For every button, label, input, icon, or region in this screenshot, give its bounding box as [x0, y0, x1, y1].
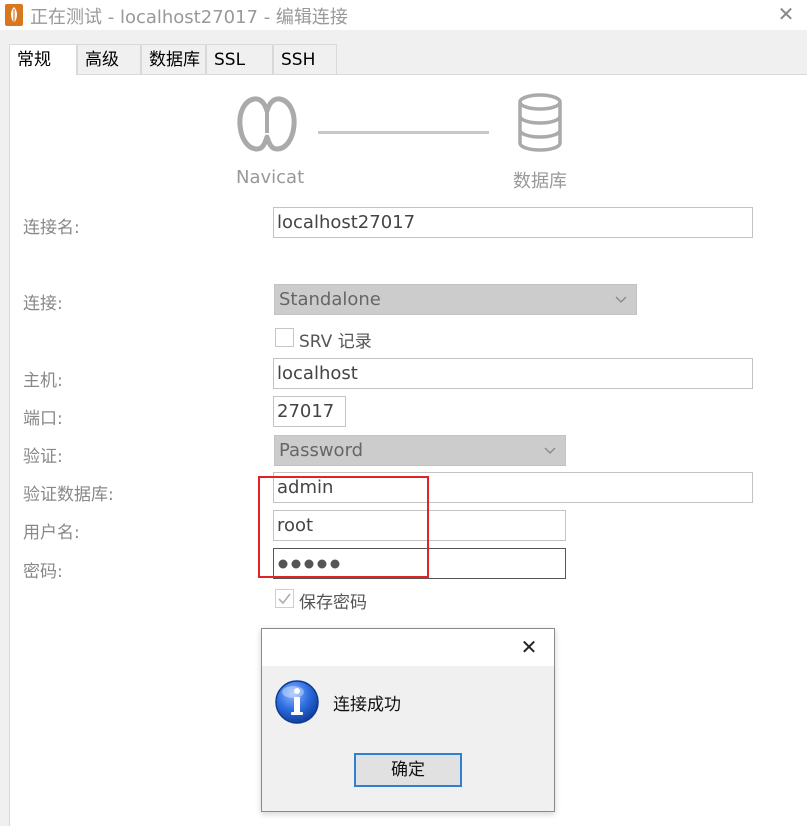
info-icon	[275, 680, 319, 724]
dialog-close-button[interactable]: ✕	[517, 635, 541, 659]
connection-success-dialog: ✕ 连接成功 确定	[261, 628, 555, 812]
save-password-checkbox[interactable]	[275, 589, 294, 608]
navicat-logo-icon	[237, 96, 297, 152]
auth-method-value: Password	[279, 440, 364, 461]
dialog-title-bar: ✕	[262, 629, 554, 666]
highlight-annotation	[258, 476, 429, 578]
chevron-down-icon	[615, 296, 627, 303]
save-password-label: 保存密码	[299, 593, 367, 613]
window-title: 正在测试 - localhost27017 - 编辑连接	[30, 7, 348, 28]
connection-type-label: 连接:	[23, 294, 63, 314]
database-label: 数据库	[513, 171, 567, 192]
port-input[interactable]: 27017	[273, 396, 346, 427]
checkmark-icon	[278, 593, 291, 605]
connection-name-label: 连接名:	[23, 218, 80, 238]
auth-label: 验证:	[23, 447, 63, 467]
port-label: 端口:	[23, 409, 63, 429]
dialog-message: 连接成功	[333, 695, 401, 715]
connection-name-input[interactable]: localhost27017	[273, 207, 753, 238]
chevron-down-icon	[544, 447, 556, 454]
username-label: 用户名:	[23, 523, 80, 543]
title-bar: 正在测试 - localhost27017 - 编辑连接 ✕	[0, 0, 807, 30]
host-input[interactable]: localhost	[273, 358, 753, 389]
tab-ssh[interactable]: SSH	[273, 44, 337, 74]
srv-record-label: SRV 记录	[299, 332, 372, 352]
tab-general[interactable]: 常规	[9, 44, 77, 75]
tab-ssl[interactable]: SSL	[206, 44, 273, 74]
host-label: 主机:	[23, 371, 63, 391]
window-close-button[interactable]: ✕	[774, 2, 798, 26]
connection-type-select[interactable]: Standalone	[274, 284, 637, 315]
ok-button[interactable]: 确定	[354, 753, 462, 787]
tab-advanced[interactable]: 高级	[77, 44, 141, 74]
auth-database-label: 验证数据库:	[23, 485, 114, 505]
connection-line	[318, 131, 489, 134]
auth-method-select[interactable]: Password	[274, 435, 566, 466]
database-icon	[518, 93, 562, 152]
srv-record-checkbox[interactable]	[275, 328, 294, 347]
tab-database[interactable]: 数据库	[141, 44, 206, 74]
connection-type-value: Standalone	[279, 289, 381, 310]
mongodb-leaf-icon	[5, 4, 23, 26]
password-label: 密码:	[23, 562, 63, 582]
navicat-label: Navicat	[236, 167, 305, 188]
